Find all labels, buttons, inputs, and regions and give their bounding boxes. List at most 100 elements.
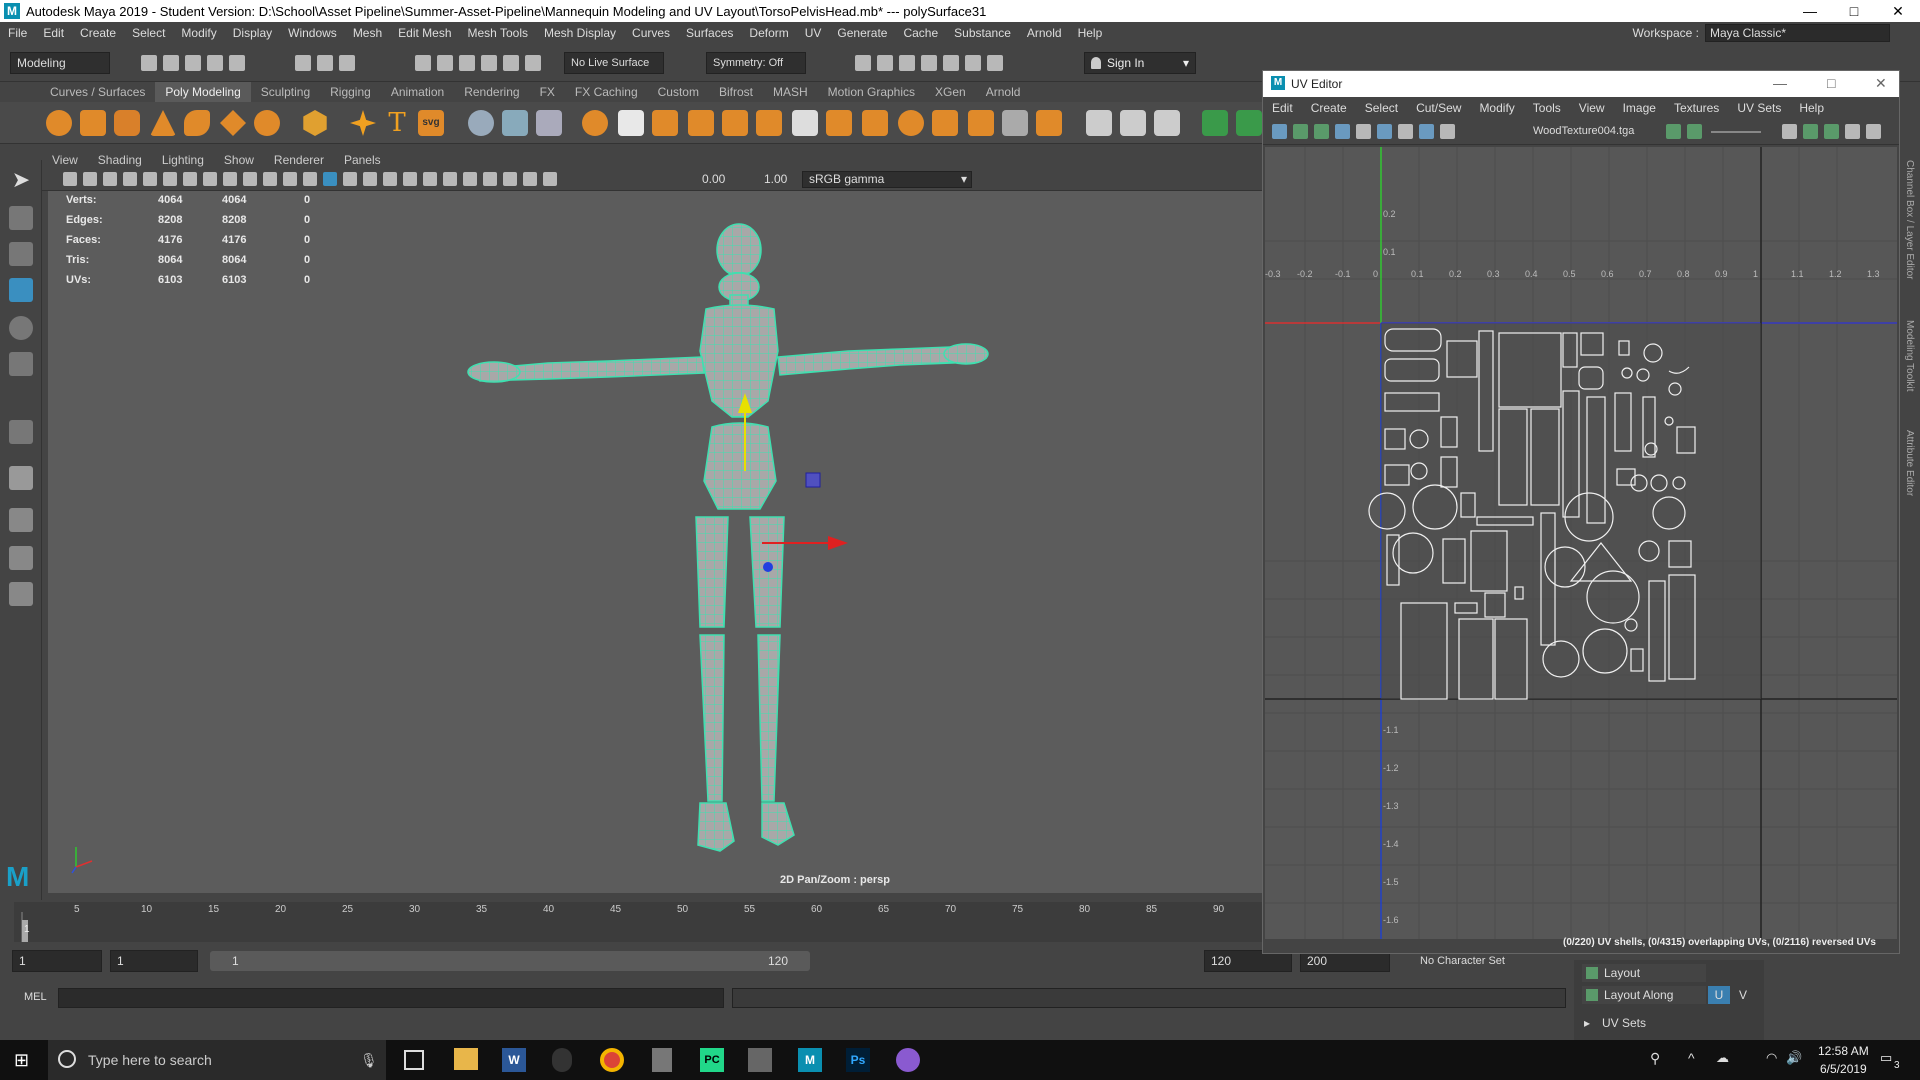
smooth-brush-icon[interactable] (1154, 110, 1180, 136)
uv-layout-icon[interactable] (1845, 124, 1860, 139)
extrude-icon[interactable] (618, 110, 644, 136)
menu-display[interactable]: Display (225, 26, 280, 40)
uv-menu-uv-sets[interactable]: UV Sets (1728, 97, 1790, 119)
command-input[interactable] (58, 988, 724, 1008)
color-space-dropdown[interactable]: sRGB gamma ▾ (802, 171, 972, 188)
menu-mesh-tools[interactable]: Mesh Tools (460, 26, 536, 40)
mel-label[interactable]: MEL (24, 991, 47, 1003)
menu-deform[interactable]: Deform (741, 26, 796, 40)
select-hierarchy-icon[interactable] (295, 55, 311, 71)
uv-menu-create[interactable]: Create (1302, 97, 1356, 119)
grease-pencil-icon[interactable] (163, 172, 177, 186)
open-scene-icon[interactable] (163, 55, 179, 71)
uv-snapshot-icon[interactable] (1866, 124, 1881, 139)
windows-start-icon[interactable]: ⊞ (14, 1050, 34, 1070)
photoshop-icon[interactable]: Ps (846, 1048, 870, 1072)
exposure-icon[interactable] (543, 172, 557, 186)
select-object-icon[interactable] (317, 55, 333, 71)
uv-vertex-icon[interactable] (1293, 124, 1308, 139)
snap-curve-icon[interactable] (437, 55, 453, 71)
new-scene-icon[interactable] (141, 55, 157, 71)
menu-generate[interactable]: Generate (829, 26, 895, 40)
isolate-select-icon[interactable] (483, 172, 497, 186)
layout-along-v-button[interactable]: V (1732, 986, 1754, 1004)
shelf-tab-sculpting[interactable]: Sculpting (251, 82, 320, 102)
channel-box-tab[interactable]: Channel Box / Layer Editor (1904, 160, 1915, 280)
two-view-icon[interactable] (9, 546, 33, 570)
menu-curves[interactable]: Curves (624, 26, 678, 40)
separate-icon[interactable] (502, 110, 528, 136)
automatic-mapping-icon[interactable] (1036, 110, 1062, 136)
uv-editor-shelf-icon[interactable] (1202, 110, 1228, 136)
pause-icon[interactable] (987, 55, 1003, 71)
notification-icon[interactable]: ▭ (1880, 1050, 1892, 1066)
uv-face-icon[interactable] (1335, 124, 1350, 139)
mirror-icon[interactable] (862, 110, 888, 136)
shelf-tab-custom[interactable]: Custom (648, 82, 709, 102)
uv-image-icon[interactable] (1398, 124, 1413, 139)
planar-mapping-icon[interactable] (1002, 110, 1028, 136)
bridge-icon[interactable] (652, 110, 678, 136)
outliner-layout-icon[interactable] (9, 582, 33, 606)
shelf-tab-rigging[interactable]: Rigging (320, 82, 381, 102)
shelf-tab-poly-modeling[interactable]: Poly Modeling (155, 82, 251, 102)
poly-cylinder-icon[interactable] (114, 110, 140, 136)
uv-checker-icon[interactable] (1377, 124, 1392, 139)
expand-arrow-icon[interactable]: ▸ (1584, 1016, 1590, 1030)
grid-icon[interactable] (183, 172, 197, 186)
hypershade-icon[interactable] (943, 55, 959, 71)
uv-menu-cut-sew[interactable]: Cut/Sew (1407, 97, 1470, 119)
film-gate-icon[interactable] (203, 172, 217, 186)
rotate-tool-icon[interactable] (9, 316, 33, 340)
calculator-icon[interactable] (652, 1048, 672, 1072)
multi-cut-icon[interactable] (792, 110, 818, 136)
uv-menu-view[interactable]: View (1570, 97, 1614, 119)
scale-tool-icon[interactable] (9, 352, 33, 376)
maximize-button[interactable]: □ (1832, 0, 1876, 22)
menu-cache[interactable]: Cache (895, 26, 946, 40)
uv-menu-help[interactable]: Help (1790, 97, 1833, 119)
xray-icon[interactable] (503, 172, 517, 186)
file-explorer-icon[interactable] (454, 1048, 478, 1070)
menu-select[interactable]: Select (124, 26, 173, 40)
sculpt-icon[interactable] (1120, 110, 1146, 136)
snap-grid-icon[interactable] (415, 55, 431, 71)
fill-hole-icon[interactable] (722, 110, 748, 136)
menu-surfaces[interactable]: Surfaces (678, 26, 741, 40)
minimize-button[interactable]: — (1788, 0, 1832, 22)
mannequin-model[interactable] (48, 191, 1262, 893)
lasso-tool-icon[interactable] (9, 206, 33, 230)
bookmark-icon[interactable] (103, 172, 117, 186)
live-surface-field[interactable]: No Live Surface (564, 52, 664, 74)
render-settings-icon[interactable] (921, 55, 937, 71)
uv-toolkit-icon[interactable] (1236, 110, 1262, 136)
select-tool-icon[interactable]: ➤ (9, 168, 33, 192)
combine-icon[interactable] (468, 110, 494, 136)
camera-attributes-icon[interactable] (83, 172, 97, 186)
uv-menu-textures[interactable]: Textures (1665, 97, 1728, 119)
menu-edit[interactable]: Edit (35, 26, 72, 40)
menu-arnold[interactable]: Arnold (1019, 26, 1070, 40)
shelf-tab-xgen[interactable]: XGen (925, 82, 976, 102)
shelf-tab-fx-caching[interactable]: FX Caching (565, 82, 648, 102)
time-slider[interactable]: 1 5 10 15 20 25 30 35 40 45 50 55 60 65 … (14, 902, 1264, 942)
menu-help[interactable]: Help (1070, 26, 1111, 40)
uv-grid-icon[interactable] (1356, 124, 1371, 139)
vp-menu-view[interactable]: View (42, 151, 88, 169)
uv-refresh-icon[interactable] (1666, 124, 1681, 139)
poly-cone-icon[interactable] (150, 110, 176, 136)
camera-icon[interactable] (63, 172, 77, 186)
textured-icon[interactable] (363, 172, 377, 186)
platonic-solid-icon[interactable] (303, 110, 327, 136)
extract-icon[interactable] (932, 110, 958, 136)
paint-weights-icon[interactable] (1086, 110, 1112, 136)
booleans-icon[interactable] (582, 110, 608, 136)
menu-set-dropdown[interactable]: Modeling (10, 52, 110, 74)
wifi-icon[interactable]: ◠ (1766, 1050, 1777, 1066)
type-tool-icon[interactable]: T (384, 110, 410, 136)
uv-edge-icon[interactable] (1314, 124, 1329, 139)
system-tray-icon[interactable]: ^ (1688, 1050, 1695, 1066)
menu-file[interactable]: File (0, 26, 35, 40)
svg-tool-icon[interactable]: svg (418, 110, 444, 136)
quad-draw-icon[interactable] (898, 110, 924, 136)
